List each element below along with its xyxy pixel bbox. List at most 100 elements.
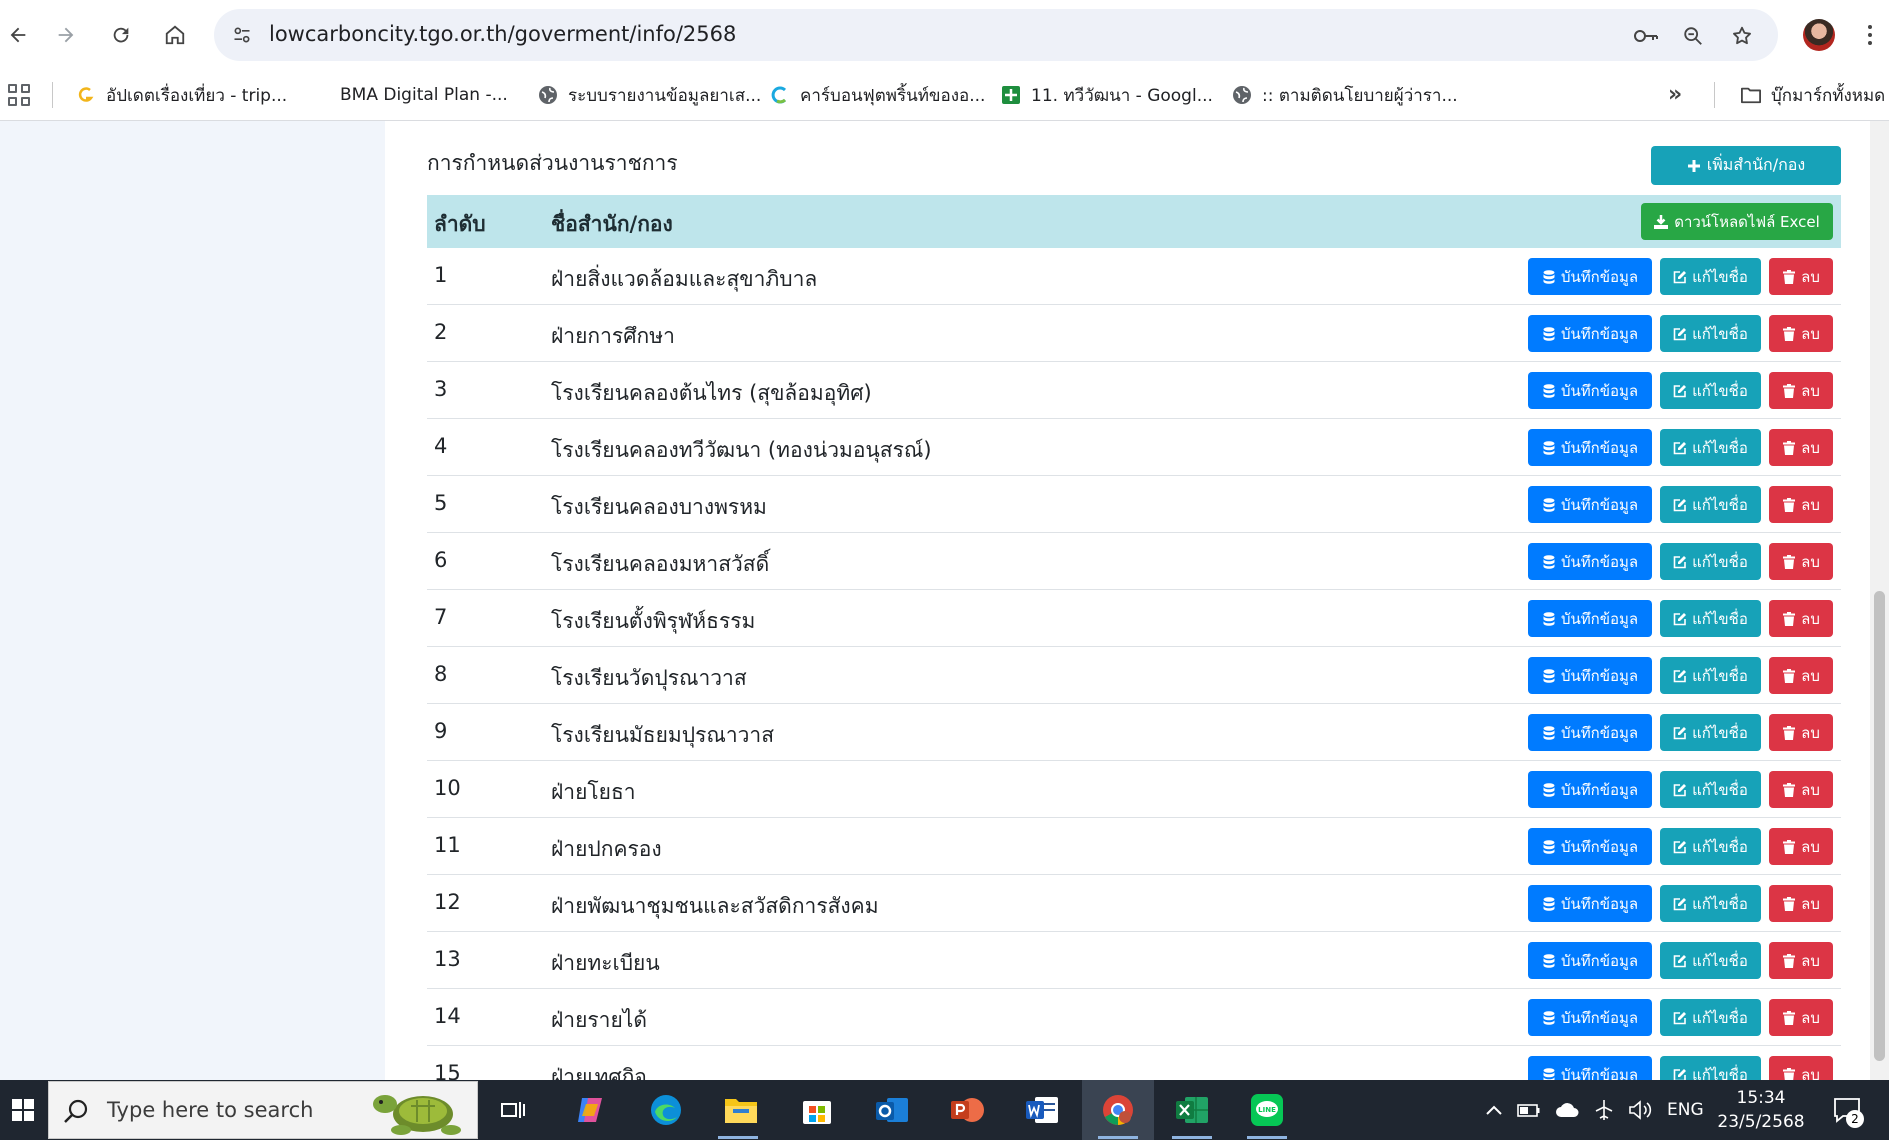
save-data-button[interactable]: บันทึกข้อมูล: [1528, 372, 1652, 409]
browser-toolbar: lowcarboncity.tgo.or.th/goverment/info/2…: [0, 0, 1889, 70]
delete-button[interactable]: ลบ: [1769, 714, 1833, 751]
bookmark-separator: [52, 82, 53, 108]
bookmarks-overflow-chevron[interactable]: »: [1668, 82, 1682, 107]
save-data-button[interactable]: บันทึกข้อมูล: [1528, 486, 1652, 523]
save-data-button[interactable]: บันทึกข้อมูล: [1528, 258, 1652, 295]
file-explorer-icon[interactable]: [721, 1090, 761, 1130]
edit-name-button[interactable]: แก้ไขชื่อ: [1660, 372, 1761, 409]
site-settings-icon[interactable]: [230, 23, 254, 47]
save-data-button[interactable]: บันทึกข้อมูล: [1528, 429, 1652, 466]
department-name: ฝ่ายปกครอง: [551, 837, 662, 861]
edit-name-button[interactable]: แก้ไขชื่อ: [1660, 429, 1761, 466]
password-key-icon[interactable]: [1633, 23, 1659, 49]
save-data-button[interactable]: บันทึกข้อมูล: [1528, 828, 1652, 865]
edit-name-button[interactable]: แก้ไขชื่อ: [1660, 486, 1761, 523]
back-button[interactable]: [0, 17, 36, 53]
row-number: 11: [434, 833, 461, 857]
delete-button[interactable]: ลบ: [1769, 942, 1833, 979]
delete-button[interactable]: ลบ: [1769, 828, 1833, 865]
edit-name-button[interactable]: แก้ไขชื่อ: [1660, 600, 1761, 637]
bookmark-item[interactable]: 11. ทวีวัฒนา - Googl...: [1001, 82, 1213, 108]
delete-button[interactable]: ลบ: [1769, 657, 1833, 694]
edit-icon: [1673, 612, 1687, 626]
save-data-button[interactable]: บันทึกข้อมูล: [1528, 999, 1652, 1036]
save-data-label: บันทึกข้อมูล: [1560, 552, 1639, 571]
bookmark-label: 11. ทวีวัฒนา - Googl...: [1031, 85, 1213, 106]
download-excel-button[interactable]: ดาวน์โหลดไฟล์ Excel: [1641, 203, 1833, 240]
bookmark-item[interactable]: ระบบรายงานข้อมูลยาเส...: [538, 82, 761, 108]
database-icon: [1542, 383, 1556, 398]
save-data-button[interactable]: บันทึกข้อมูล: [1528, 600, 1652, 637]
delete-button[interactable]: ลบ: [1769, 258, 1833, 295]
delete-button[interactable]: ลบ: [1769, 486, 1833, 523]
system-clock[interactable]: 15:34 23/5/2568: [1716, 1086, 1806, 1134]
airplane-mode-icon[interactable]: [1593, 1080, 1615, 1140]
address-bar[interactable]: lowcarboncity.tgo.or.th/goverment/info/2…: [214, 9, 1778, 61]
reload-button[interactable]: [103, 17, 139, 53]
scrollbar-thumb[interactable]: [1874, 591, 1885, 1061]
save-data-label: บันทึกข้อมูล: [1560, 495, 1639, 514]
edit-name-label: แก้ไขชื่อ: [1692, 837, 1748, 856]
taskbar-search-box[interactable]: Type here to search: [48, 1081, 478, 1139]
delete-button[interactable]: ลบ: [1769, 315, 1833, 352]
browser-menu-icon[interactable]: [1858, 18, 1882, 52]
task-view-icon[interactable]: [494, 1090, 534, 1130]
bookmark-item[interactable]: คาร์บอนฟุตพริ้นท์ของอ...: [770, 82, 985, 108]
department-name: โรงเรียนคลองบางพรหม: [551, 495, 767, 519]
delete-button[interactable]: ลบ: [1769, 771, 1833, 808]
bookmark-item[interactable]: อัปเดตเรื่องเที่ยว - trip...: [76, 82, 287, 108]
save-data-button[interactable]: บันทึกข้อมูล: [1528, 885, 1652, 922]
word-icon[interactable]: [1022, 1090, 1062, 1130]
microsoft-store-icon[interactable]: [797, 1090, 837, 1130]
edit-name-button[interactable]: แก้ไขชื่อ: [1660, 999, 1761, 1036]
save-data-button[interactable]: บันทึกข้อมูล: [1528, 942, 1652, 979]
edge-browser-icon[interactable]: [646, 1090, 686, 1130]
profile-avatar[interactable]: [1803, 19, 1835, 51]
powerpoint-icon[interactable]: [947, 1090, 987, 1130]
edit-name-button[interactable]: แก้ไขชื่อ: [1660, 771, 1761, 808]
search-placeholder[interactable]: Type here to search: [107, 1098, 313, 1122]
save-data-button[interactable]: บันทึกข้อมูล: [1528, 771, 1652, 808]
bookmark-item[interactable]: BMA Digital Plan -...: [340, 82, 508, 108]
delete-button[interactable]: ลบ: [1769, 372, 1833, 409]
bookmark-star-icon[interactable]: [1729, 23, 1755, 49]
edit-name-button[interactable]: แก้ไขชื่อ: [1660, 315, 1761, 352]
trash-icon: [1782, 896, 1796, 911]
apps-grid-icon[interactable]: [8, 84, 30, 106]
edit-name-button[interactable]: แก้ไขชื่อ: [1660, 714, 1761, 751]
home-button[interactable]: [157, 17, 193, 53]
delete-button[interactable]: ลบ: [1769, 429, 1833, 466]
edit-name-button[interactable]: แก้ไขชื่อ: [1660, 942, 1761, 979]
save-data-button[interactable]: บันทึกข้อมูล: [1528, 315, 1652, 352]
save-data-button[interactable]: บันทึกข้อมูล: [1528, 714, 1652, 751]
forward-button[interactable]: [48, 17, 84, 53]
edit-name-button[interactable]: แก้ไขชื่อ: [1660, 543, 1761, 580]
delete-button[interactable]: ลบ: [1769, 543, 1833, 580]
copilot-icon[interactable]: [570, 1090, 610, 1130]
delete-button[interactable]: ลบ: [1769, 885, 1833, 922]
edit-name-button[interactable]: แก้ไขชื่อ: [1660, 657, 1761, 694]
all-bookmarks-folder[interactable]: บุ๊กมาร์กทั้งหมด: [1741, 82, 1885, 108]
excel-icon[interactable]: [1172, 1090, 1212, 1130]
battery-icon[interactable]: [1517, 1080, 1541, 1140]
save-data-button[interactable]: บันทึกข้อมูล: [1528, 657, 1652, 694]
url-text[interactable]: lowcarboncity.tgo.or.th/goverment/info/2…: [269, 22, 736, 46]
edit-name-button[interactable]: แก้ไขชื่อ: [1660, 258, 1761, 295]
volume-icon[interactable]: [1628, 1080, 1652, 1140]
add-department-button[interactable]: เพิ่มสำนัก/กอง: [1651, 146, 1841, 185]
delete-button[interactable]: ลบ: [1769, 600, 1833, 637]
save-data-button[interactable]: บันทึกข้อมูล: [1528, 543, 1652, 580]
show-hidden-icons-chevron-icon[interactable]: [1485, 1080, 1503, 1140]
page-scrollbar[interactable]: [1870, 121, 1889, 1080]
outlook-icon[interactable]: [872, 1090, 912, 1130]
zoom-icon[interactable]: [1680, 23, 1706, 49]
chrome-browser-icon[interactable]: [1098, 1090, 1138, 1130]
edit-name-button[interactable]: แก้ไขชื่อ: [1660, 828, 1761, 865]
start-button[interactable]: [0, 1080, 46, 1140]
onedrive-cloud-icon[interactable]: [1555, 1080, 1581, 1140]
edit-name-button[interactable]: แก้ไขชื่อ: [1660, 885, 1761, 922]
line-app-icon[interactable]: LINE: [1247, 1090, 1287, 1130]
delete-button[interactable]: ลบ: [1769, 999, 1833, 1036]
bookmark-item[interactable]: :: ตามติดนโยบายผู้ว่ารา...: [1232, 82, 1458, 108]
input-language-indicator[interactable]: ENG: [1667, 1080, 1704, 1140]
